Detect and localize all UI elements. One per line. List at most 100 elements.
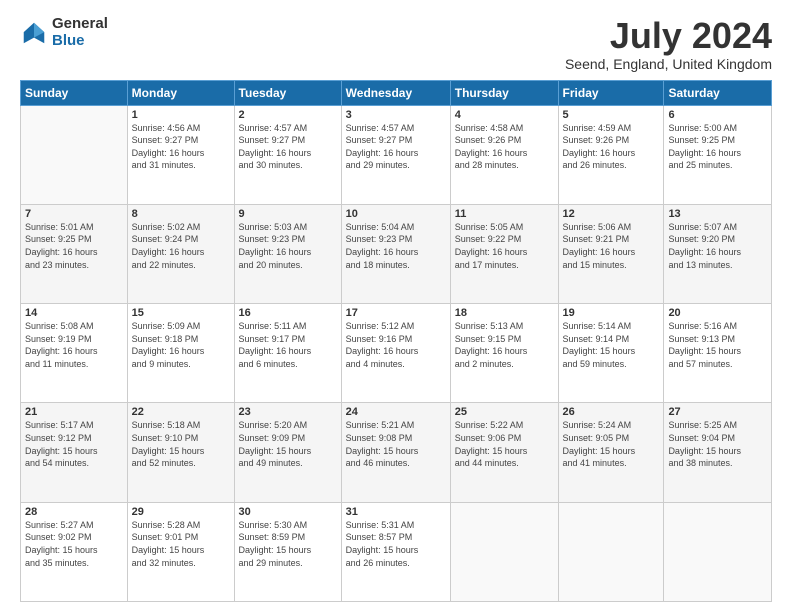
day-header-wednesday: Wednesday <box>341 80 450 105</box>
day-cell: 21Sunrise: 5:17 AM Sunset: 9:12 PM Dayli… <box>21 403 128 502</box>
day-cell: 26Sunrise: 5:24 AM Sunset: 9:05 PM Dayli… <box>558 403 664 502</box>
day-info: Sunrise: 5:02 AM Sunset: 9:24 PM Dayligh… <box>132 221 230 271</box>
day-info: Sunrise: 5:13 AM Sunset: 9:15 PM Dayligh… <box>455 320 554 370</box>
day-cell: 2Sunrise: 4:57 AM Sunset: 9:27 PM Daylig… <box>234 105 341 204</box>
day-number: 30 <box>239 506 337 518</box>
day-cell: 1Sunrise: 4:56 AM Sunset: 9:27 PM Daylig… <box>127 105 234 204</box>
logo: General Blue <box>20 16 108 49</box>
day-cell: 22Sunrise: 5:18 AM Sunset: 9:10 PM Dayli… <box>127 403 234 502</box>
day-cell <box>664 502 772 601</box>
day-cell: 11Sunrise: 5:05 AM Sunset: 9:22 PM Dayli… <box>450 204 558 303</box>
day-number: 11 <box>455 208 554 220</box>
day-header-saturday: Saturday <box>664 80 772 105</box>
day-number: 16 <box>239 307 337 319</box>
day-info: Sunrise: 5:09 AM Sunset: 9:18 PM Dayligh… <box>132 320 230 370</box>
day-cell: 28Sunrise: 5:27 AM Sunset: 9:02 PM Dayli… <box>21 502 128 601</box>
day-number: 31 <box>346 506 446 518</box>
logo-text: General Blue <box>52 16 108 49</box>
day-cell: 12Sunrise: 5:06 AM Sunset: 9:21 PM Dayli… <box>558 204 664 303</box>
day-info: Sunrise: 5:05 AM Sunset: 9:22 PM Dayligh… <box>455 221 554 271</box>
day-info: Sunrise: 5:03 AM Sunset: 9:23 PM Dayligh… <box>239 221 337 271</box>
day-cell: 30Sunrise: 5:30 AM Sunset: 8:59 PM Dayli… <box>234 502 341 601</box>
day-info: Sunrise: 5:06 AM Sunset: 9:21 PM Dayligh… <box>563 221 660 271</box>
day-info: Sunrise: 5:08 AM Sunset: 9:19 PM Dayligh… <box>25 320 123 370</box>
day-number: 17 <box>346 307 446 319</box>
day-number: 1 <box>132 109 230 121</box>
day-info: Sunrise: 5:18 AM Sunset: 9:10 PM Dayligh… <box>132 419 230 469</box>
day-header-thursday: Thursday <box>450 80 558 105</box>
day-info: Sunrise: 5:01 AM Sunset: 9:25 PM Dayligh… <box>25 221 123 271</box>
day-cell: 15Sunrise: 5:09 AM Sunset: 9:18 PM Dayli… <box>127 304 234 403</box>
header-row: SundayMondayTuesdayWednesdayThursdayFrid… <box>21 80 772 105</box>
day-number: 8 <box>132 208 230 220</box>
day-info: Sunrise: 5:28 AM Sunset: 9:01 PM Dayligh… <box>132 519 230 569</box>
day-number: 19 <box>563 307 660 319</box>
day-number: 20 <box>668 307 767 319</box>
week-row-5: 28Sunrise: 5:27 AM Sunset: 9:02 PM Dayli… <box>21 502 772 601</box>
day-cell: 9Sunrise: 5:03 AM Sunset: 9:23 PM Daylig… <box>234 204 341 303</box>
day-number: 29 <box>132 506 230 518</box>
day-info: Sunrise: 5:30 AM Sunset: 8:59 PM Dayligh… <box>239 519 337 569</box>
day-number: 23 <box>239 406 337 418</box>
day-cell <box>558 502 664 601</box>
day-cell: 13Sunrise: 5:07 AM Sunset: 9:20 PM Dayli… <box>664 204 772 303</box>
day-info: Sunrise: 4:58 AM Sunset: 9:26 PM Dayligh… <box>455 122 554 172</box>
logo-blue: Blue <box>52 33 108 50</box>
day-header-monday: Monday <box>127 80 234 105</box>
day-cell: 23Sunrise: 5:20 AM Sunset: 9:09 PM Dayli… <box>234 403 341 502</box>
day-info: Sunrise: 4:56 AM Sunset: 9:27 PM Dayligh… <box>132 122 230 172</box>
logo-icon <box>20 19 48 47</box>
day-cell: 4Sunrise: 4:58 AM Sunset: 9:26 PM Daylig… <box>450 105 558 204</box>
day-number: 12 <box>563 208 660 220</box>
day-info: Sunrise: 5:24 AM Sunset: 9:05 PM Dayligh… <box>563 419 660 469</box>
day-info: Sunrise: 5:14 AM Sunset: 9:14 PM Dayligh… <box>563 320 660 370</box>
header: General Blue July 2024 Seend, England, U… <box>20 16 772 72</box>
day-cell: 31Sunrise: 5:31 AM Sunset: 8:57 PM Dayli… <box>341 502 450 601</box>
day-cell: 25Sunrise: 5:22 AM Sunset: 9:06 PM Dayli… <box>450 403 558 502</box>
day-info: Sunrise: 5:11 AM Sunset: 9:17 PM Dayligh… <box>239 320 337 370</box>
calendar-table: SundayMondayTuesdayWednesdayThursdayFrid… <box>20 80 772 602</box>
day-number: 14 <box>25 307 123 319</box>
day-cell: 6Sunrise: 5:00 AM Sunset: 9:25 PM Daylig… <box>664 105 772 204</box>
week-row-1: 1Sunrise: 4:56 AM Sunset: 9:27 PM Daylig… <box>21 105 772 204</box>
day-info: Sunrise: 5:22 AM Sunset: 9:06 PM Dayligh… <box>455 419 554 469</box>
day-number: 25 <box>455 406 554 418</box>
day-info: Sunrise: 5:21 AM Sunset: 9:08 PM Dayligh… <box>346 419 446 469</box>
title-block: July 2024 Seend, England, United Kingdom <box>565 16 772 72</box>
day-number: 15 <box>132 307 230 319</box>
day-info: Sunrise: 5:04 AM Sunset: 9:23 PM Dayligh… <box>346 221 446 271</box>
day-info: Sunrise: 5:16 AM Sunset: 9:13 PM Dayligh… <box>668 320 767 370</box>
day-cell: 3Sunrise: 4:57 AM Sunset: 9:27 PM Daylig… <box>341 105 450 204</box>
day-cell: 8Sunrise: 5:02 AM Sunset: 9:24 PM Daylig… <box>127 204 234 303</box>
day-number: 3 <box>346 109 446 121</box>
day-cell: 7Sunrise: 5:01 AM Sunset: 9:25 PM Daylig… <box>21 204 128 303</box>
day-info: Sunrise: 5:07 AM Sunset: 9:20 PM Dayligh… <box>668 221 767 271</box>
location: Seend, England, United Kingdom <box>565 56 772 72</box>
day-cell: 14Sunrise: 5:08 AM Sunset: 9:19 PM Dayli… <box>21 304 128 403</box>
day-cell: 17Sunrise: 5:12 AM Sunset: 9:16 PM Dayli… <box>341 304 450 403</box>
day-info: Sunrise: 4:57 AM Sunset: 9:27 PM Dayligh… <box>239 122 337 172</box>
day-cell: 29Sunrise: 5:28 AM Sunset: 9:01 PM Dayli… <box>127 502 234 601</box>
day-header-friday: Friday <box>558 80 664 105</box>
day-info: Sunrise: 5:12 AM Sunset: 9:16 PM Dayligh… <box>346 320 446 370</box>
day-cell: 5Sunrise: 4:59 AM Sunset: 9:26 PM Daylig… <box>558 105 664 204</box>
day-number: 9 <box>239 208 337 220</box>
day-number: 4 <box>455 109 554 121</box>
day-cell: 20Sunrise: 5:16 AM Sunset: 9:13 PM Dayli… <box>664 304 772 403</box>
logo-general: General <box>52 16 108 33</box>
day-number: 24 <box>346 406 446 418</box>
day-header-sunday: Sunday <box>21 80 128 105</box>
day-number: 18 <box>455 307 554 319</box>
week-row-3: 14Sunrise: 5:08 AM Sunset: 9:19 PM Dayli… <box>21 304 772 403</box>
day-number: 28 <box>25 506 123 518</box>
day-number: 22 <box>132 406 230 418</box>
day-number: 10 <box>346 208 446 220</box>
day-number: 2 <box>239 109 337 121</box>
day-cell: 24Sunrise: 5:21 AM Sunset: 9:08 PM Dayli… <box>341 403 450 502</box>
day-cell: 18Sunrise: 5:13 AM Sunset: 9:15 PM Dayli… <box>450 304 558 403</box>
day-cell: 16Sunrise: 5:11 AM Sunset: 9:17 PM Dayli… <box>234 304 341 403</box>
day-cell: 19Sunrise: 5:14 AM Sunset: 9:14 PM Dayli… <box>558 304 664 403</box>
day-number: 7 <box>25 208 123 220</box>
week-row-2: 7Sunrise: 5:01 AM Sunset: 9:25 PM Daylig… <box>21 204 772 303</box>
day-info: Sunrise: 5:27 AM Sunset: 9:02 PM Dayligh… <box>25 519 123 569</box>
